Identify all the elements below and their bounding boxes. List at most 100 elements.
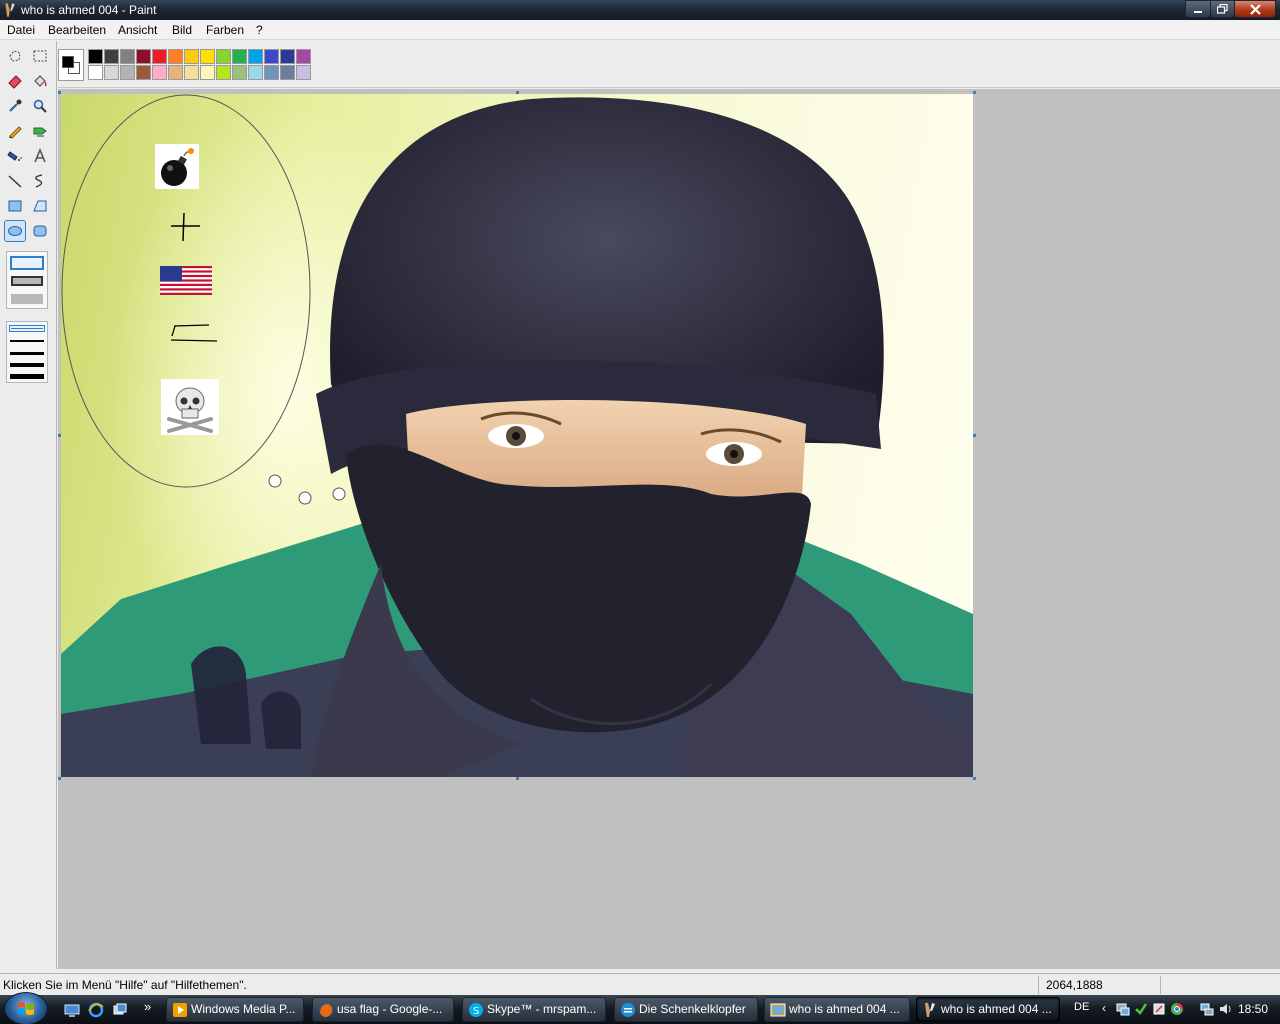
rounded-rectangle-tool[interactable] (29, 220, 51, 242)
foreground-color[interactable] (62, 56, 74, 68)
status-help-text: Klicken Sie im Menü "Hilfe" auf "Hilfeth… (3, 978, 247, 992)
drawing-canvas[interactable] (61, 94, 973, 777)
resize-handle-left[interactable] (58, 434, 61, 437)
airbrush-tool[interactable] (4, 145, 26, 167)
line-width-5[interactable] (10, 374, 44, 379)
line-width-3[interactable] (10, 352, 44, 355)
taskbar-item-skype[interactable]: S Skype™ - mrspam... (462, 997, 606, 1022)
color-swatch[interactable] (232, 65, 247, 80)
polygon-tool[interactable] (29, 195, 51, 217)
color-swatch[interactable] (248, 49, 263, 64)
color-swatch[interactable] (120, 65, 135, 80)
color-swatch[interactable] (232, 49, 247, 64)
color-swatch[interactable] (152, 49, 167, 64)
curve-tool[interactable] (29, 170, 51, 192)
menu-help[interactable]: ? (256, 23, 263, 37)
line-width-4[interactable] (10, 363, 44, 367)
color-swatch[interactable] (184, 65, 199, 80)
ellipse-tool[interactable] (4, 220, 26, 242)
minimize-icon (1194, 11, 1202, 13)
color-swatch[interactable] (296, 49, 311, 64)
color-swatch[interactable] (88, 49, 103, 64)
select-tool[interactable] (29, 45, 51, 67)
internet-explorer-icon[interactable] (88, 1002, 104, 1018)
fill-style-outline-fill[interactable] (11, 276, 43, 286)
line-width-1[interactable] (9, 325, 45, 332)
color-swatch[interactable] (104, 65, 119, 80)
color-swatch[interactable] (248, 65, 263, 80)
color-swatch[interactable] (104, 49, 119, 64)
taskbar-item-photo-gallery[interactable]: who is ahmed 004 ... (764, 997, 910, 1022)
menu-ansicht[interactable]: Ansicht (118, 23, 157, 37)
color-swatch[interactable] (264, 49, 279, 64)
color-swatch[interactable] (184, 49, 199, 64)
color-swatch[interactable] (200, 49, 215, 64)
network-connection-icon[interactable] (1200, 1002, 1214, 1016)
show-desktop-icon[interactable] (64, 1002, 80, 1018)
resize-handle-top[interactable] (516, 91, 519, 94)
rectangle-tool[interactable] (4, 195, 26, 217)
current-colors[interactable] (58, 49, 84, 81)
fill-style-fill[interactable] (11, 294, 43, 304)
fill-tool[interactable] (29, 70, 51, 92)
taskbar-item-media-player[interactable]: Windows Media P... (166, 997, 304, 1022)
free-form-select-tool[interactable] (4, 45, 26, 67)
color-picker-tool[interactable] (4, 95, 26, 117)
menu-farben[interactable]: Farben (206, 23, 244, 37)
restore-icon (1217, 4, 1228, 14)
color-swatch[interactable] (296, 65, 311, 80)
color-swatch[interactable] (136, 65, 151, 80)
resize-handle-top-left[interactable] (58, 91, 61, 94)
menu-bearbeiten[interactable]: Bearbeiten (48, 23, 106, 37)
start-button[interactable] (4, 992, 48, 1024)
color-swatch[interactable] (168, 49, 183, 64)
magnifier-tool[interactable] (29, 95, 51, 117)
close-button[interactable] (1234, 0, 1276, 18)
eraser-tool[interactable] (4, 70, 26, 92)
brush-tool[interactable] (29, 120, 51, 142)
color-swatch[interactable] (200, 65, 215, 80)
color-swatch[interactable] (280, 49, 295, 64)
color-swatch[interactable] (216, 49, 231, 64)
minimize-button[interactable] (1185, 0, 1211, 18)
chrome-tray-icon[interactable] (1170, 1002, 1184, 1016)
color-swatch[interactable] (136, 49, 151, 64)
system-tray: DE ‹ 18:50 (1068, 995, 1280, 1024)
resize-handle-bottom[interactable] (516, 777, 519, 780)
resize-handle-right[interactable] (973, 434, 976, 437)
resize-handle-top-right[interactable] (973, 91, 976, 94)
color-swatch[interactable] (152, 65, 167, 80)
menu-bild[interactable]: Bild (172, 23, 192, 37)
menu-datei[interactable]: Datei (7, 23, 35, 37)
color-swatches (88, 49, 312, 81)
restore-button[interactable] (1210, 0, 1235, 18)
color-swatch[interactable] (264, 65, 279, 80)
line-tool[interactable] (4, 170, 26, 192)
switch-windows-icon[interactable] (112, 1002, 128, 1018)
taskbar-item-paint[interactable]: who is ahmed 004 ... (916, 997, 1060, 1022)
text-tool[interactable] (29, 145, 51, 167)
color-swatch[interactable] (88, 65, 103, 80)
color-swatch[interactable] (120, 49, 135, 64)
color-swatch[interactable] (168, 65, 183, 80)
resize-handle-bottom-right[interactable] (973, 777, 976, 780)
pencil-tool[interactable] (4, 120, 26, 142)
close-icon (1249, 3, 1261, 15)
color-swatch[interactable] (280, 65, 295, 80)
status-divider (1160, 976, 1161, 994)
fill-style-outline[interactable] (10, 256, 44, 270)
clock[interactable]: 18:50 (1238, 1002, 1268, 1016)
disk-tray-icon[interactable] (1152, 1002, 1166, 1016)
taskbar-item-chat[interactable]: Die Schenkelklopfer (614, 997, 758, 1022)
color-swatch[interactable] (216, 65, 231, 80)
network-tray-icon[interactable] (1116, 1002, 1130, 1016)
line-width-2[interactable] (10, 340, 44, 342)
tray-expand-icon[interactable]: ‹ (1102, 1001, 1106, 1015)
taskbar-item-firefox[interactable]: usa flag - Google-... (312, 997, 454, 1022)
firefox-icon (319, 1003, 333, 1017)
volume-icon[interactable] (1218, 1002, 1232, 1016)
security-tray-icon[interactable] (1134, 1002, 1148, 1016)
language-indicator[interactable]: DE (1074, 1001, 1089, 1013)
quick-launch-overflow-icon[interactable]: » (144, 999, 151, 1014)
resize-handle-bottom-left[interactable] (58, 777, 61, 780)
